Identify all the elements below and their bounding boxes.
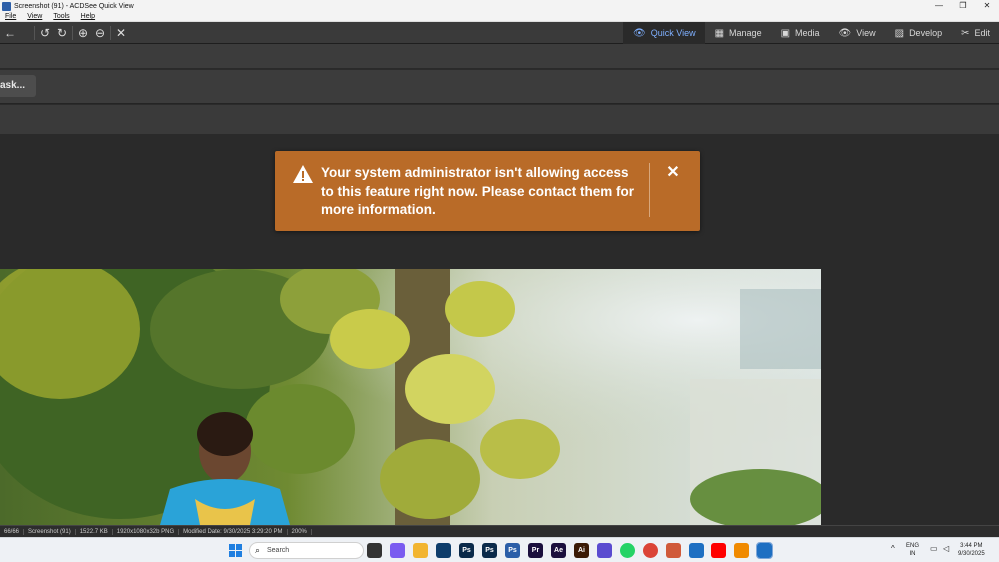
window-title: Screenshot (91) - ACDSee Quick View [14, 2, 134, 10]
toolbar-divider [110, 26, 111, 40]
tab-label: View [856, 28, 876, 38]
file-size: 1522.7 KB [76, 528, 113, 535]
tab-edit[interactable]: ✂ Edit [951, 22, 999, 44]
menu-bar: File View Tools Help [0, 12, 999, 22]
start-icon[interactable] [229, 544, 242, 557]
app-icon[interactable] [597, 543, 612, 558]
toolbar-divider [72, 26, 73, 40]
photoshop-icon[interactable]: Ps [459, 543, 474, 558]
minimize-button[interactable]: — [927, 0, 951, 12]
displayed-photo [0, 269, 821, 525]
file-explorer-icon[interactable] [413, 543, 428, 558]
zoom-in-icon[interactable]: ⊕ [75, 25, 91, 41]
warning-icon [293, 165, 313, 183]
close-icon[interactable]: ✕ [665, 165, 681, 181]
tab-label: Develop [909, 28, 943, 38]
photoshop-icon[interactable]: Ps [482, 543, 497, 558]
status-bar: 66/66 Screenshot (91) 1522.7 KB 1920x108… [0, 525, 999, 537]
acdsee-icon[interactable] [689, 543, 704, 558]
menu-file[interactable]: File [5, 13, 16, 20]
eye-icon: 👁 [838, 27, 852, 39]
maximize-button[interactable]: ❐ [951, 0, 975, 12]
tab-label: Manage [729, 28, 762, 38]
eye-icon: 👁 [633, 27, 646, 39]
premiere-icon[interactable]: Pr [528, 543, 543, 558]
mode-tabs: 👁 Quick View ▦ Manage ▣ Media 👁 View ▨ D… [623, 22, 999, 44]
region-code: IN [909, 551, 916, 557]
photoshop-icon[interactable]: Ps [505, 543, 520, 558]
grid-icon: ▦ [714, 27, 725, 39]
toolbar-divider [34, 26, 35, 40]
back-icon[interactable]: ← [2, 25, 18, 41]
file-name: Screenshot (91) [24, 528, 76, 535]
volume-icon[interactable]: ◁ [943, 545, 949, 553]
close-image-icon[interactable]: ✕ [113, 25, 129, 41]
task-button[interactable]: ask... [0, 75, 36, 97]
tab-media[interactable]: ▣ Media [771, 22, 829, 44]
secondary-toolbar [0, 44, 999, 69]
zoom-out-icon[interactable]: ⊖ [92, 25, 108, 41]
photo-image [0, 269, 821, 525]
tab-view[interactable]: 👁 View [829, 22, 885, 44]
menu-view[interactable]: View [27, 13, 42, 20]
clock[interactable]: 3:44 PM 9/30/2025 [958, 542, 985, 558]
language-indicator[interactable]: ENG IN [906, 542, 919, 558]
develop-icon: ▨ [894, 27, 905, 39]
menu-help[interactable]: Help [81, 13, 95, 20]
whatsapp-icon[interactable] [620, 543, 635, 558]
search-icon: ⌕ [255, 545, 261, 555]
tab-label: Edit [974, 28, 990, 38]
copilot-icon[interactable] [390, 543, 405, 558]
modified-date: Modified Date: 9/30/2025 3:29:20 PM [179, 528, 288, 535]
task-bar-panel [0, 70, 999, 104]
zoom-level[interactable]: 200% [288, 528, 312, 535]
app-icon[interactable] [666, 543, 681, 558]
panel-strip [0, 105, 999, 134]
banner-message: Your system administrator isn't allowing… [321, 165, 635, 217]
network-icon[interactable]: ▭ [930, 545, 938, 553]
chrome-icon[interactable] [643, 543, 658, 558]
close-window-button[interactable]: ✕ [975, 0, 999, 12]
tab-label: Quick View [650, 28, 696, 38]
toolbar: ← ↺ ↻ ⊕ ⊖ ✕ 👁 Quick View ▦ Manage ▣ Medi… [0, 22, 999, 44]
menu-tools[interactable]: Tools [53, 13, 69, 20]
banner-divider [649, 163, 650, 217]
window-controls: — ❐ ✕ [927, 0, 999, 12]
youtube-icon[interactable] [711, 543, 726, 558]
tab-quick-view[interactable]: 👁 Quick View [623, 22, 705, 44]
language-code: ENG [906, 543, 920, 549]
edit-icon: ✂ [961, 27, 970, 39]
image-index: 66/66 [0, 528, 25, 535]
date: 9/30/2025 [958, 551, 985, 557]
chevron-up-icon[interactable]: ^ [891, 545, 895, 553]
search-placeholder: Search [267, 547, 290, 554]
rotate-left-icon[interactable]: ↺ [37, 25, 53, 41]
taskbar-search[interactable]: ⌕ Search [249, 542, 364, 559]
task-view-icon[interactable] [367, 543, 382, 558]
tab-develop[interactable]: ▨ Develop [885, 22, 951, 44]
app-icon[interactable] [436, 543, 451, 558]
illustrator-icon[interactable]: Ai [574, 543, 589, 558]
acdsee-quickview-icon[interactable] [756, 542, 773, 559]
media-icon: ▣ [780, 27, 791, 39]
after-effects-icon[interactable]: Ae [551, 543, 566, 558]
vlc-icon[interactable] [734, 543, 749, 558]
image-dimensions: 1920x1080x32b PNG [113, 528, 180, 535]
acdsee-app-icon [2, 1, 11, 11]
title-bar: Screenshot (91) - ACDSee Quick View — ❐ … [0, 0, 999, 12]
rotate-right-icon[interactable]: ↻ [54, 25, 70, 41]
tab-manage[interactable]: ▦ Manage [705, 22, 771, 44]
time: 3:44 PM [960, 543, 983, 549]
access-denied-banner: Your system administrator isn't allowing… [275, 151, 700, 231]
tab-label: Media [795, 28, 820, 38]
windows-taskbar: ⌕ Search Ps Ps Ps Pr Ae Ai ^ ENG IN ▭ ◁ … [0, 537, 999, 562]
